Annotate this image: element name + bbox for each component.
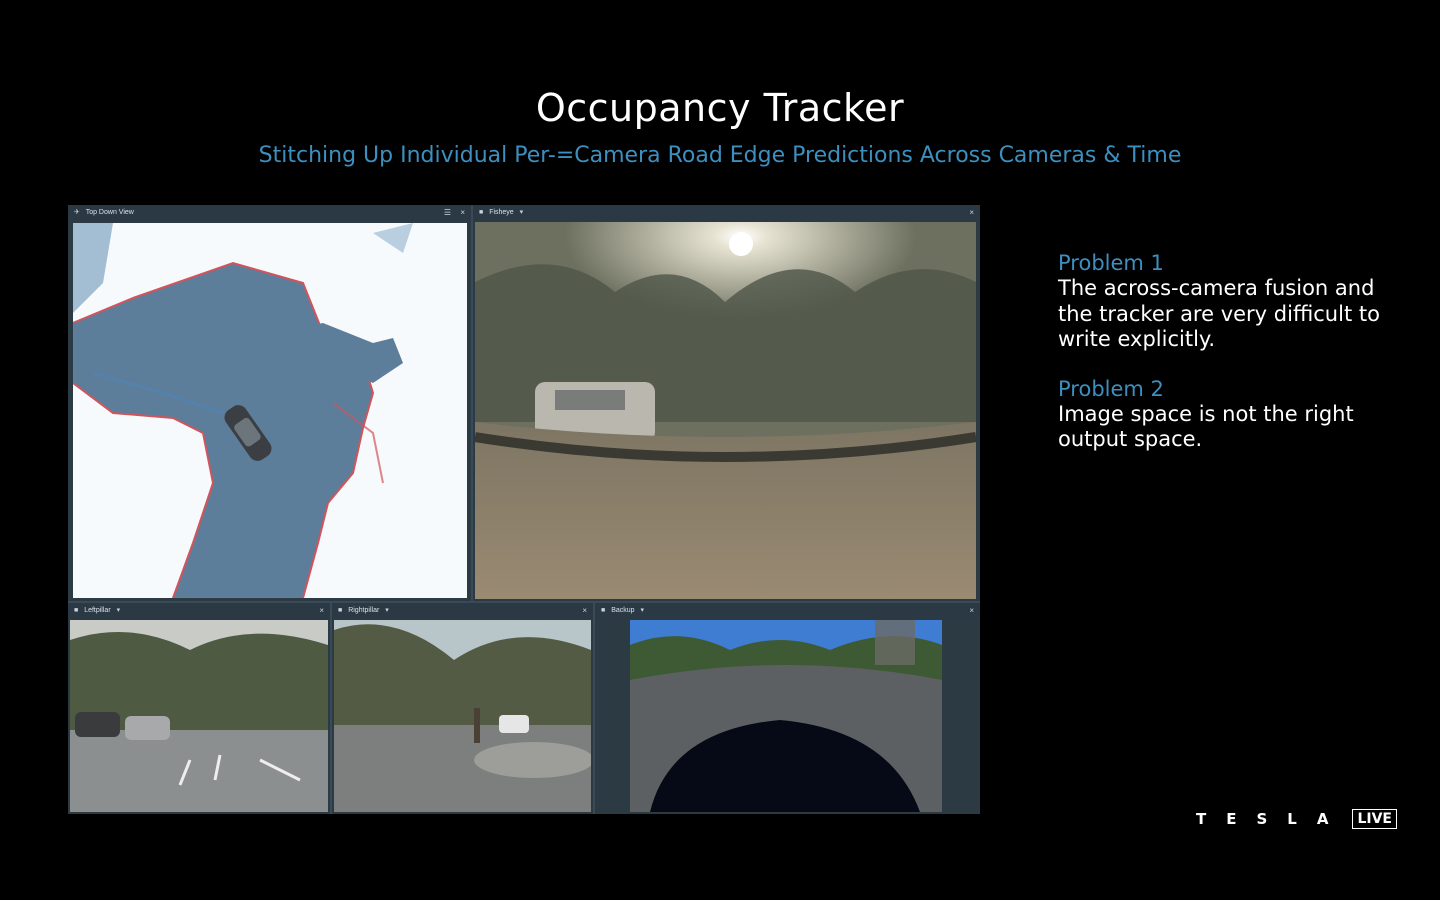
- panel-label: Leftpillar: [84, 607, 111, 614]
- panel-header: ■ Fisheye ▾ ×: [473, 205, 980, 221]
- rightpillar-camera-feed: [334, 620, 591, 812]
- problems-list: Problem 1 The across-camera fusion and t…: [1058, 251, 1398, 477]
- tesla-live-logo: TESLA LIVE: [1196, 808, 1397, 830]
- close-icon[interactable]: ×: [582, 603, 587, 619]
- camera-icon: ■: [338, 607, 343, 614]
- problem-item: Problem 2 Image space is not the right o…: [1058, 377, 1398, 453]
- slide-subtitle: Stitching Up Individual Per-=Camera Road…: [258, 143, 1182, 168]
- top-down-icon: ✈: [74, 209, 80, 216]
- problem-text: Image space is not the right output spac…: [1058, 401, 1354, 452]
- live-badge: LIVE: [1352, 809, 1397, 829]
- camera-icon: ■: [74, 607, 79, 614]
- camera-icon: ■: [601, 607, 606, 614]
- close-icon[interactable]: ×: [969, 205, 974, 221]
- chevron-down-icon[interactable]: ▾: [117, 607, 121, 614]
- slide-title: Occupancy Tracker: [535, 86, 905, 130]
- panel-label: Fisheye: [489, 209, 514, 216]
- panel-label: Backup: [611, 607, 635, 614]
- tesla-wordmark: TESLA: [1196, 810, 1349, 828]
- fisheye-camera-feed: [475, 222, 976, 599]
- top-down-occupancy-map[interactable]: [73, 223, 467, 598]
- chevron-down-icon[interactable]: ▾: [385, 607, 389, 614]
- panel-label: Rightpillar: [348, 607, 380, 614]
- backup-camera-feed: [630, 620, 942, 812]
- close-icon[interactable]: ×: [969, 603, 974, 619]
- chevron-down-icon[interactable]: ▾: [520, 209, 524, 216]
- top-down-view-panel: ✈ Top Down View ☰ ×: [68, 205, 471, 601]
- problem-text: The across-camera fusion and the tracker…: [1058, 276, 1380, 351]
- camera-icon: ■: [479, 209, 484, 216]
- close-icon[interactable]: ×: [460, 205, 465, 221]
- visualizer-window: ✈ Top Down View ☰ × ■ Fisheye ▾ × ■ Left…: [68, 205, 980, 814]
- panel-header: ✈ Top Down View ☰ ×: [68, 205, 471, 221]
- fisheye-panel: ■ Fisheye ▾ ×: [473, 205, 980, 601]
- problem-title: Problem 2: [1058, 376, 1164, 401]
- panel-header: ■ Rightpillar ▾ ×: [332, 603, 593, 619]
- leftpillar-camera-feed: [70, 620, 328, 812]
- list-icon[interactable]: ☰: [444, 205, 451, 221]
- panel-header: ■ Backup ▾ ×: [595, 603, 980, 619]
- backup-panel: ■ Backup ▾ ×: [595, 603, 980, 814]
- problem-item: Problem 1 The across-camera fusion and t…: [1058, 251, 1398, 353]
- panel-label: Top Down View: [85, 209, 134, 216]
- problem-title: Problem 1: [1058, 251, 1164, 275]
- chevron-down-icon[interactable]: ▾: [641, 607, 645, 614]
- close-icon[interactable]: ×: [319, 603, 324, 619]
- leftpillar-panel: ■ Leftpillar ▾ ×: [68, 603, 330, 814]
- rightpillar-panel: ■ Rightpillar ▾ ×: [332, 603, 593, 814]
- panel-header: ■ Leftpillar ▾ ×: [68, 603, 330, 619]
